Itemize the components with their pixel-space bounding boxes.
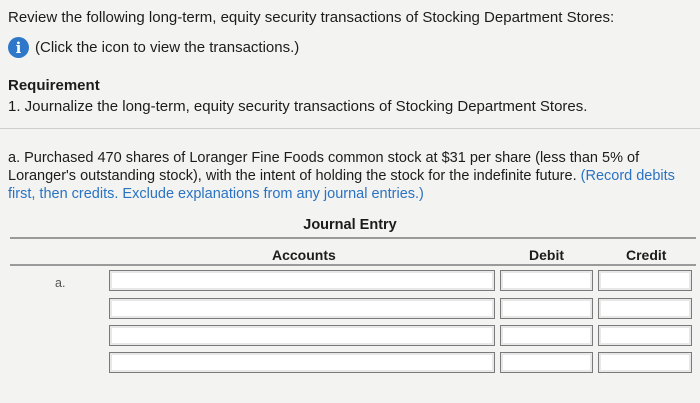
account-input-1[interactable] xyxy=(109,270,495,291)
requirement-text: 1. Journalize the long-term, equity secu… xyxy=(8,98,588,115)
table-top-rule xyxy=(10,237,696,239)
credit-column-header: Credit xyxy=(626,247,667,263)
debit-input-2[interactable] xyxy=(500,298,593,319)
account-input-3[interactable] xyxy=(109,325,495,346)
header-rule xyxy=(10,264,696,266)
account-input-2[interactable] xyxy=(109,298,495,319)
section-divider xyxy=(0,128,700,129)
debit-input-4[interactable] xyxy=(500,352,593,373)
intro-text: Review the following long-term, equity s… xyxy=(8,9,615,26)
question-text: a. Purchased 470 shares of Loranger Fine… xyxy=(8,149,694,203)
question-body: a. Purchased 470 shares of Loranger Fine… xyxy=(8,150,640,184)
credit-input-2[interactable] xyxy=(598,298,692,319)
credit-input-3[interactable] xyxy=(598,325,692,346)
info-link-text[interactable]: (Click the icon to view the transactions… xyxy=(35,39,299,56)
transactions-info-link[interactable]: i (Click the icon to view the transactio… xyxy=(8,37,299,58)
credit-input-1[interactable] xyxy=(598,270,692,291)
debit-input-3[interactable] xyxy=(500,325,593,346)
debit-input-1[interactable] xyxy=(500,270,593,291)
credit-input-4[interactable] xyxy=(598,352,692,373)
journal-entry-title: Journal Entry xyxy=(303,217,397,233)
requirement-title: Requirement xyxy=(8,77,100,94)
debit-column-header: Debit xyxy=(529,247,564,263)
info-icon[interactable]: i xyxy=(8,37,29,58)
accounts-column-header: Accounts xyxy=(272,247,336,263)
account-input-4[interactable] xyxy=(109,352,495,373)
entry-label: a. xyxy=(55,276,66,290)
